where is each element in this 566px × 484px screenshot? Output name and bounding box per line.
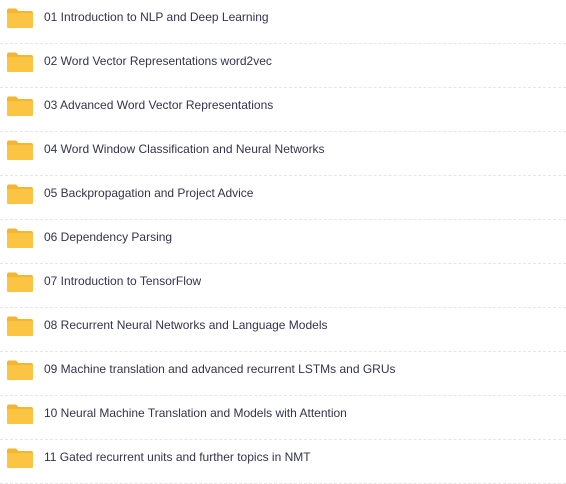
folder-icon [7,96,33,116]
folder-icon [7,8,33,28]
folder-name: 05 Backpropagation and Project Advice [44,186,254,200]
folder-icon [7,184,33,204]
folder-icon [7,272,33,292]
folder-row[interactable]: 07 Introduction to TensorFlow [0,264,566,308]
folder-name: 09 Machine translation and advanced recu… [44,362,396,376]
folder-name: 03 Advanced Word Vector Representations [44,98,274,112]
folder-row[interactable]: 10 Neural Machine Translation and Models… [0,396,566,440]
folder-name: 10 Neural Machine Translation and Models… [44,406,347,420]
folder-icon [7,360,33,380]
folder-icon [7,228,33,248]
folder-icon [7,316,33,336]
folder-name: 01 Introduction to NLP and Deep Learning [44,10,269,24]
folder-row[interactable]: 11 Gated recurrent units and further top… [0,440,566,484]
folder-row[interactable]: 09 Machine translation and advanced recu… [0,352,566,396]
folder-name: 11 Gated recurrent units and further top… [44,450,311,464]
folder-icon [7,404,33,424]
folder-icon [7,52,33,72]
folder-row[interactable]: 05 Backpropagation and Project Advice [0,176,566,220]
folder-row[interactable]: 02 Word Vector Representations word2vec [0,44,566,88]
folder-row[interactable]: 06 Dependency Parsing [0,220,566,264]
folder-icon [7,448,33,468]
folder-row[interactable]: 03 Advanced Word Vector Representations [0,88,566,132]
folder-icon [7,140,33,160]
folder-name: 04 Word Window Classification and Neural… [44,142,325,156]
folder-name: 08 Recurrent Neural Networks and Languag… [44,318,328,332]
folder-row[interactable]: 01 Introduction to NLP and Deep Learning [0,0,566,44]
folder-list: 01 Introduction to NLP and Deep Learning… [0,0,566,484]
folder-name: 02 Word Vector Representations word2vec [44,54,272,68]
folder-row[interactable]: 04 Word Window Classification and Neural… [0,132,566,176]
folder-name: 06 Dependency Parsing [44,230,173,244]
folder-row[interactable]: 08 Recurrent Neural Networks and Languag… [0,308,566,352]
folder-name: 07 Introduction to TensorFlow [44,274,202,288]
